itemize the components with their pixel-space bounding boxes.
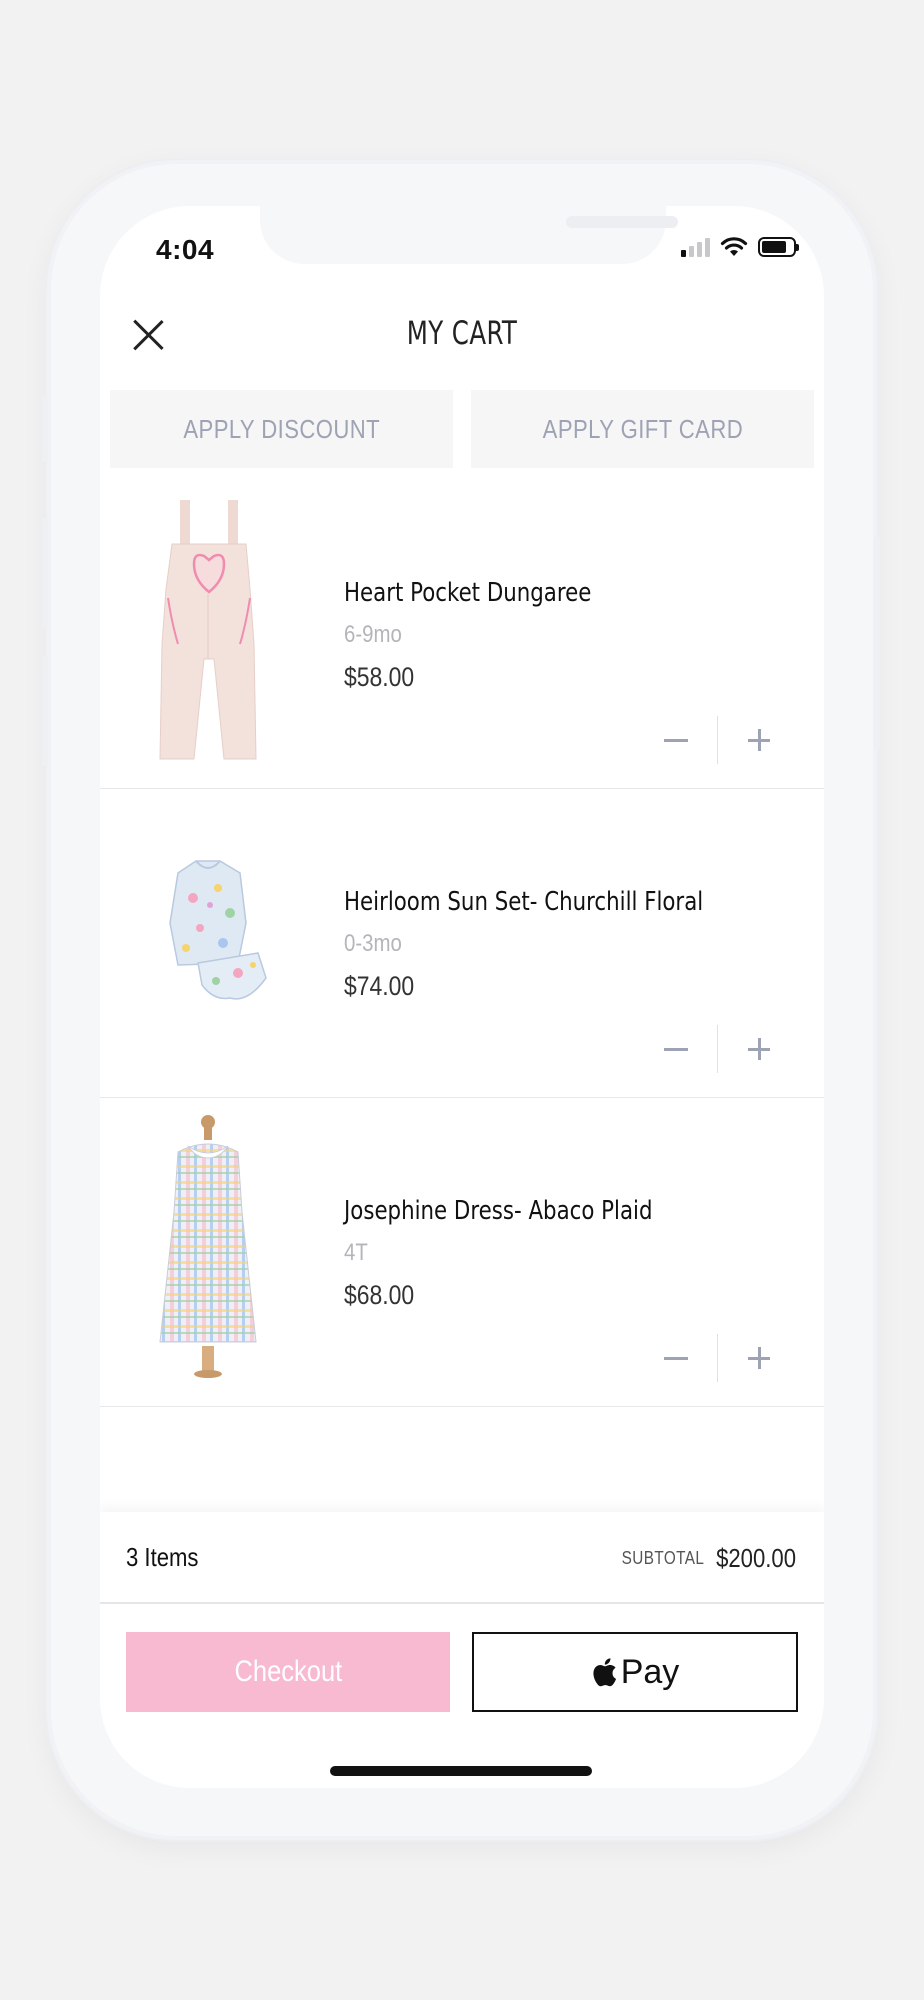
item-price: $58.00 bbox=[344, 662, 415, 692]
item-size: 6-9mo bbox=[344, 621, 402, 648]
status-time: 4:04 bbox=[156, 234, 215, 265]
product-image-sun-set[interactable] bbox=[138, 803, 278, 1073]
phone-side-button bbox=[42, 518, 48, 628]
cart-item: Heart Pocket Dungaree 6-9mo $58.00 bbox=[100, 480, 824, 789]
quantity-stepper bbox=[645, 716, 791, 764]
checkout-label: Checkout bbox=[234, 1655, 342, 1688]
subtotal-value: $200.00 bbox=[716, 1543, 796, 1573]
checkout-button[interactable]: Checkout bbox=[126, 1632, 450, 1712]
battery-icon bbox=[758, 237, 799, 257]
item-count: 3 Items bbox=[126, 1542, 199, 1572]
apple-pay-button[interactable]: Pay bbox=[472, 1632, 798, 1712]
product-image-dungaree[interactable] bbox=[138, 494, 278, 764]
increase-quantity-button[interactable] bbox=[728, 1334, 790, 1382]
apply-discount-button[interactable]: APPLY DISCOUNT bbox=[110, 390, 453, 468]
phone-side-button bbox=[874, 536, 880, 750]
item-price: $68.00 bbox=[344, 1280, 415, 1310]
status-icons bbox=[681, 236, 799, 258]
cart-header: MY CART bbox=[100, 296, 824, 376]
apple-pay-label: Pay bbox=[620, 1652, 680, 1691]
home-indicator bbox=[330, 1766, 592, 1776]
apple-logo-icon bbox=[593, 1658, 616, 1687]
cart-footer: 3 Items SUBTOTAL $200.00 Checkout Pay bbox=[100, 1512, 824, 1788]
quantity-stepper bbox=[645, 1025, 791, 1073]
stepper-divider bbox=[716, 1025, 718, 1073]
decrease-quantity-button[interactable] bbox=[645, 716, 707, 764]
cart-summary: 3 Items SUBTOTAL $200.00 bbox=[100, 1512, 824, 1604]
cart-item: Heirloom Sun Set- Churchill Floral 0-3mo… bbox=[100, 789, 824, 1098]
apply-discount-label: APPLY DISCOUNT bbox=[183, 413, 380, 444]
quantity-stepper bbox=[645, 1334, 791, 1382]
phone-side-button bbox=[42, 656, 48, 766]
decrease-quantity-button[interactable] bbox=[645, 1025, 707, 1073]
apply-actions: APPLY DISCOUNT APPLY GIFT CARD bbox=[110, 390, 814, 468]
apply-gift-card-button[interactable]: APPLY GIFT CARD bbox=[471, 390, 814, 468]
phone-side-button bbox=[42, 396, 48, 462]
notch bbox=[260, 206, 678, 264]
item-name[interactable]: Josephine Dress- Abaco Plaid bbox=[344, 1196, 652, 1226]
phone-screen: 4:04 MY CART APPLY DISCOUNT APPLY GIFT C… bbox=[100, 206, 824, 1788]
item-price: $74.00 bbox=[344, 971, 415, 1001]
item-size: 0-3mo bbox=[344, 930, 402, 957]
decrease-quantity-button[interactable] bbox=[645, 1334, 707, 1382]
item-size: 4T bbox=[344, 1239, 368, 1266]
item-name[interactable]: Heart Pocket Dungaree bbox=[344, 578, 591, 608]
page-title: MY CART bbox=[406, 314, 518, 352]
increase-quantity-button[interactable] bbox=[728, 1025, 790, 1073]
apply-gift-card-label: APPLY GIFT CARD bbox=[542, 413, 743, 444]
stepper-divider bbox=[716, 716, 718, 764]
stepper-divider bbox=[716, 1334, 718, 1382]
speaker bbox=[566, 216, 678, 228]
cellular-signal-icon bbox=[681, 237, 710, 257]
wifi-icon bbox=[720, 237, 748, 256]
cart-items-list: Heart Pocket Dungaree 6-9mo $58.00 Heirl… bbox=[100, 480, 824, 1407]
cart-item: Josephine Dress- Abaco Plaid 4T $68.00 bbox=[100, 1098, 824, 1407]
item-name[interactable]: Heirloom Sun Set- Churchill Floral bbox=[344, 887, 703, 917]
product-image-plaid-dress[interactable] bbox=[138, 1112, 278, 1382]
increase-quantity-button[interactable] bbox=[728, 716, 790, 764]
subtotal-label: SUBTOTAL bbox=[621, 1548, 704, 1568]
